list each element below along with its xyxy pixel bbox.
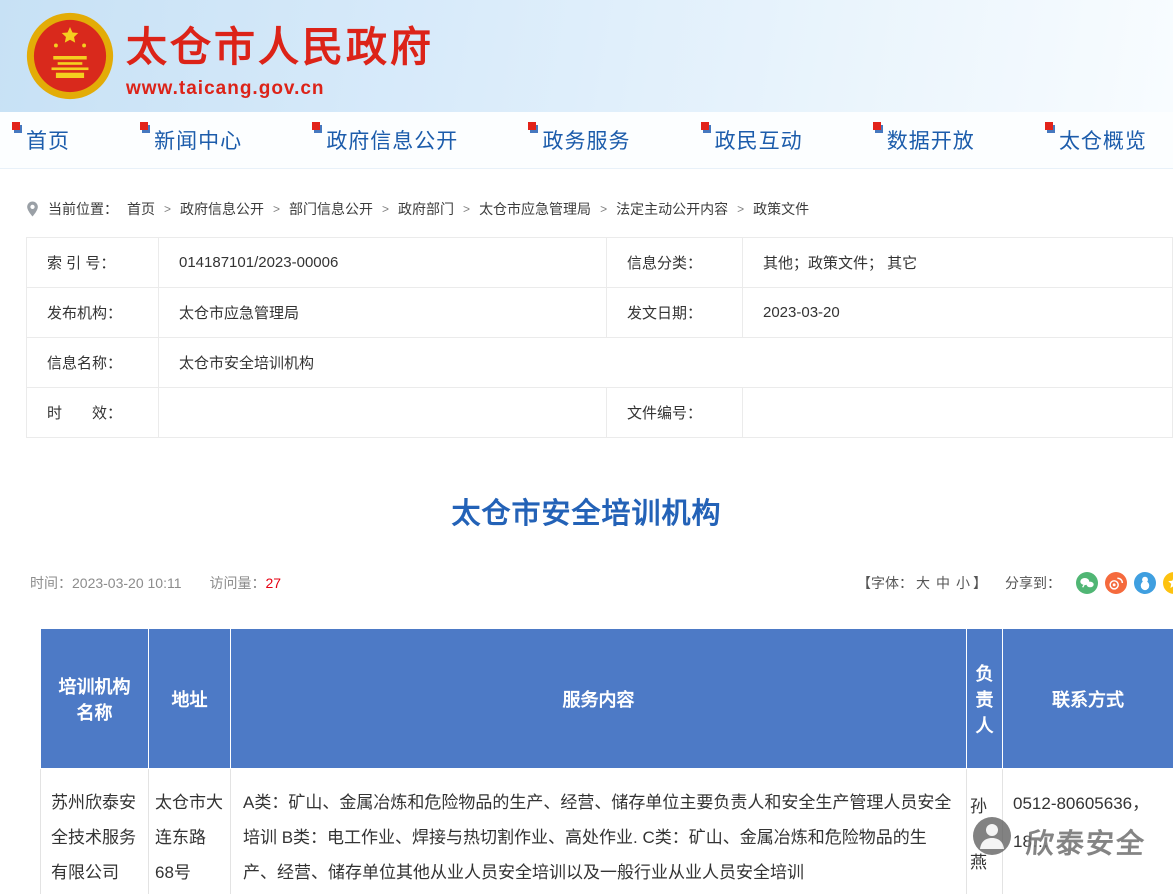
favorite-star-share-icon[interactable] bbox=[1163, 572, 1173, 594]
nav-item-label: 首页 bbox=[26, 130, 70, 153]
breadcrumb-separator: > bbox=[463, 202, 470, 216]
breadcrumb: 当前位置： 首页 > 政府信息公开 > 部门信息公开 > 政府部门 > 太仓市应… bbox=[0, 169, 1173, 219]
breadcrumb-legal-disclosure[interactable]: 法定主动公开内容 bbox=[616, 199, 728, 219]
col-services: 服务内容 bbox=[231, 629, 967, 769]
info-value-title: 太仓市安全培训机构 bbox=[159, 338, 1173, 388]
nav-item-news[interactable]: 新闻中心 bbox=[154, 125, 242, 155]
info-label-index-number: 索 引 号： bbox=[27, 238, 159, 288]
nav-item-home[interactable]: 首页 bbox=[26, 125, 70, 155]
location-pin-icon bbox=[26, 201, 39, 217]
col-address: 地址 bbox=[149, 629, 231, 769]
info-value-publish-date: 2023-03-20 bbox=[743, 288, 1173, 338]
info-row-validity: 时 效： 文件编号： bbox=[27, 388, 1173, 438]
breadcrumb-gov-departments[interactable]: 政府部门 bbox=[398, 199, 454, 219]
cell-contact: 0512-80605636，18… bbox=[1003, 769, 1173, 894]
info-label-publisher: 发布机构： bbox=[27, 288, 159, 338]
nav-item-info-disclosure[interactable]: 政府信息公开 bbox=[326, 125, 458, 155]
info-value-category: 其他；政策文件； 其它 bbox=[743, 238, 1173, 288]
breadcrumb-home[interactable]: 首页 bbox=[127, 199, 155, 219]
nav-corner-icon bbox=[528, 122, 536, 130]
info-label-publish-date: 发文日期： bbox=[607, 288, 743, 338]
nav-item-interaction[interactable]: 政民互动 bbox=[715, 125, 803, 155]
wechat-share-icon[interactable] bbox=[1076, 572, 1098, 594]
font-size-large-button[interactable]: 大 bbox=[916, 573, 930, 593]
info-value-publisher: 太仓市应急管理局 bbox=[159, 288, 607, 338]
share-label: 分享到： bbox=[1005, 573, 1061, 593]
training-orgs-table: 培训机构名称 地址 服务内容 负责人 联系方式 苏州欣泰安全技术服务有限公司 太… bbox=[40, 628, 1173, 894]
nav-item-label: 太仓概览 bbox=[1059, 130, 1147, 153]
nav-item-gov-services[interactable]: 政务服务 bbox=[542, 125, 630, 155]
publish-time: 2023-03-20 10:11 bbox=[72, 575, 182, 591]
font-size-medium-button[interactable]: 中 bbox=[936, 573, 950, 593]
site-title-block: 太仓市人民政府 www.taicang.gov.cn bbox=[126, 13, 434, 100]
table-header-row: 培训机构名称 地址 服务内容 负责人 联系方式 bbox=[41, 629, 1173, 769]
table-row: 苏州欣泰安全技术服务有限公司 太仓市大连东路68号 A类：矿山、金属冶炼和危险物… bbox=[41, 769, 1173, 894]
col-contact: 联系方式 bbox=[1003, 629, 1173, 769]
col-manager: 负责人 bbox=[967, 629, 1003, 769]
site-name: 太仓市人民政府 bbox=[126, 13, 434, 73]
breadcrumb-separator: > bbox=[273, 202, 280, 216]
info-label-category: 信息分类： bbox=[607, 238, 743, 288]
info-label-title: 信息名称： bbox=[27, 338, 159, 388]
site-header: 太仓市人民政府 www.taicang.gov.cn bbox=[0, 0, 1173, 112]
national-emblem-icon bbox=[26, 12, 114, 100]
qq-share-icon[interactable] bbox=[1134, 572, 1156, 594]
nav-corner-icon bbox=[12, 122, 20, 130]
cell-org-name: 苏州欣泰安全技术服务有限公司 bbox=[41, 769, 149, 894]
site-url: www.taicang.gov.cn bbox=[126, 78, 434, 100]
info-row-publisher: 发布机构： 太仓市应急管理局 发文日期： 2023-03-20 bbox=[27, 288, 1173, 338]
nav-corner-icon bbox=[1045, 122, 1053, 130]
breadcrumb-gov-info[interactable]: 政府信息公开 bbox=[180, 199, 264, 219]
cell-services: A类：矿山、金属冶炼和危险物品的生产、经营、储存单位主要负责人和安全生产管理人员… bbox=[231, 769, 967, 894]
visits-count: 27 bbox=[266, 575, 282, 591]
info-label-validity: 时 效： bbox=[27, 388, 159, 438]
nav-corner-icon bbox=[312, 122, 320, 130]
col-training-org-name: 培训机构名称 bbox=[41, 629, 149, 769]
breadcrumb-separator: > bbox=[382, 202, 389, 216]
font-size-small-button[interactable]: 小 bbox=[956, 573, 970, 593]
cell-address: 太仓市大连东路68号 bbox=[149, 769, 231, 894]
info-value-validity bbox=[159, 388, 607, 438]
nav-corner-icon bbox=[140, 122, 148, 130]
main-nav: 首页 新闻中心 政府信息公开 政务服务 政民互动 数据开放 太仓概览 bbox=[0, 112, 1173, 169]
nav-item-label: 新闻中心 bbox=[154, 130, 242, 153]
time-label: 时间： bbox=[30, 573, 72, 593]
info-label-doc-number: 文件编号： bbox=[607, 388, 743, 438]
page-title: 太仓市安全培训机构 bbox=[0, 490, 1173, 532]
breadcrumb-dept-info[interactable]: 部门信息公开 bbox=[289, 199, 373, 219]
font-size-suffix: 】 bbox=[973, 573, 987, 593]
nav-item-label: 数据开放 bbox=[887, 130, 975, 153]
nav-item-label: 政务服务 bbox=[542, 130, 630, 153]
share-icon-group bbox=[1069, 572, 1173, 594]
cell-manager: 孙燕 bbox=[967, 769, 1003, 894]
nav-item-overview[interactable]: 太仓概览 bbox=[1059, 125, 1147, 155]
font-size-prefix: 【字体： bbox=[857, 573, 913, 593]
info-row-title: 信息名称： 太仓市安全培训机构 bbox=[27, 338, 1173, 388]
article-meta-bar: 时间： 2023-03-20 10:11 访问量： 27 【字体： 大 中 小 … bbox=[30, 572, 1173, 594]
document-info-table: 索 引 号： 014187101/2023-00006 信息分类： 其他；政策文… bbox=[26, 237, 1173, 438]
weibo-share-icon[interactable] bbox=[1105, 572, 1127, 594]
nav-item-label: 政民互动 bbox=[715, 130, 803, 153]
nav-corner-icon bbox=[701, 122, 709, 130]
nav-item-open-data[interactable]: 数据开放 bbox=[887, 125, 975, 155]
breadcrumb-separator: > bbox=[164, 202, 171, 216]
article-meta-left: 时间： 2023-03-20 10:11 访问量： 27 bbox=[30, 573, 281, 593]
breadcrumb-separator: > bbox=[737, 202, 744, 216]
info-row-index: 索 引 号： 014187101/2023-00006 信息分类： 其他；政策文… bbox=[27, 238, 1173, 288]
article-meta-right: 【字体： 大 中 小 】 分享到： bbox=[857, 572, 1173, 594]
nav-corner-icon bbox=[873, 122, 881, 130]
breadcrumb-policy-files[interactable]: 政策文件 bbox=[753, 199, 809, 219]
breadcrumb-label: 当前位置： bbox=[48, 199, 118, 219]
visits-label: 访问量： bbox=[210, 573, 266, 593]
breadcrumb-separator: > bbox=[600, 202, 607, 216]
nav-item-label: 政府信息公开 bbox=[326, 130, 458, 153]
info-value-doc-number bbox=[743, 388, 1173, 438]
info-value-index-number: 014187101/2023-00006 bbox=[159, 238, 607, 288]
breadcrumb-emergency-bureau[interactable]: 太仓市应急管理局 bbox=[479, 199, 591, 219]
